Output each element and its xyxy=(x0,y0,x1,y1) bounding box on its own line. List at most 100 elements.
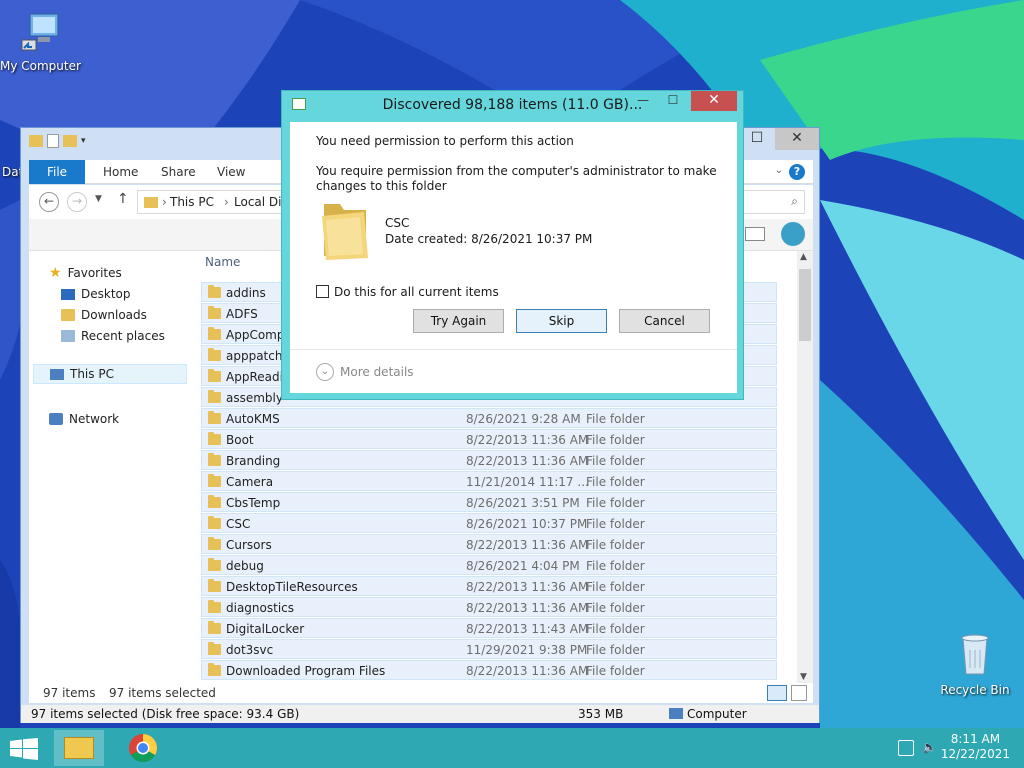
star-icon: ★ xyxy=(49,265,62,281)
apply-to-all-checkbox[interactable] xyxy=(316,285,329,298)
navigation-pane: ★ Favorites Desktop Downloads Recent pla… xyxy=(29,251,199,683)
nav-network[interactable]: Network xyxy=(49,409,119,429)
row-type: File folder xyxy=(586,622,645,636)
row-name: CbsTemp xyxy=(226,496,281,510)
table-row[interactable]: Boot 8/22/2013 11:36 AM File folder xyxy=(201,429,777,449)
forward-button[interactable]: → xyxy=(67,192,87,212)
nav-downloads[interactable]: Downloads xyxy=(61,305,147,325)
tab-share[interactable]: Share xyxy=(147,160,210,184)
tab-file[interactable]: File xyxy=(29,160,85,184)
status-bar: 97 items 97 items selected xyxy=(29,683,813,703)
table-row[interactable]: CSC 8/26/2021 10:37 PM File folder xyxy=(201,513,777,533)
minimize-button[interactable]: — xyxy=(629,91,657,111)
table-row[interactable]: CbsTemp 8/26/2021 3:51 PM File folder xyxy=(201,492,777,512)
table-row[interactable]: AutoKMS 8/26/2021 9:28 AM File folder xyxy=(201,408,777,428)
folder-icon xyxy=(208,663,221,676)
table-row[interactable]: dot3svc 11/29/2021 9:38 PM File folder xyxy=(201,639,777,659)
row-type: File folder xyxy=(586,580,645,594)
preview-pane-icon[interactable] xyxy=(745,227,765,241)
row-name: assembly xyxy=(226,391,283,405)
shell-icon[interactable] xyxy=(781,222,805,246)
apply-to-all-label[interactable]: Do this for all current items xyxy=(334,285,499,299)
scroll-up-icon[interactable]: ▲ xyxy=(800,252,807,262)
details-size: 353 MB xyxy=(578,707,624,721)
dialog-message-line1: You require permission from the computer… xyxy=(316,164,717,178)
tab-view[interactable]: View xyxy=(203,160,259,184)
maximize-button[interactable]: ☐ xyxy=(659,91,687,111)
scrollbar-thumb[interactable] xyxy=(799,269,811,341)
up-arrow-icon[interactable]: ↑ xyxy=(117,191,129,207)
nav-desktop[interactable]: Desktop xyxy=(61,284,131,304)
search-input[interactable]: ⌕ xyxy=(743,190,805,214)
table-row[interactable]: Camera 11/21/2014 11:17 ... File folder xyxy=(201,471,777,491)
desktop-icon xyxy=(61,288,75,300)
row-name: addins xyxy=(226,286,266,300)
row-type: File folder xyxy=(586,433,645,447)
volume-muted-icon[interactable]: 🔈 xyxy=(922,740,938,756)
row-name: DigitalLocker xyxy=(226,622,305,636)
folder-icon xyxy=(144,197,158,208)
dialog-message-line2: changes to this folder xyxy=(316,179,447,193)
taskbar-chrome[interactable] xyxy=(118,730,168,766)
breadcrumb-this-pc[interactable]: This PC xyxy=(170,195,214,209)
status-item-count: 97 items xyxy=(43,686,96,700)
nav-recent-places[interactable]: Recent places xyxy=(61,326,165,346)
network-icon[interactable] xyxy=(898,740,914,756)
table-row[interactable]: debug 8/26/2021 4:04 PM File folder xyxy=(201,555,777,575)
nav-network-label: Network xyxy=(69,412,120,426)
table-row[interactable]: Cursors 8/22/2013 11:36 AM File folder xyxy=(201,534,777,554)
row-date: 11/29/2021 9:38 PM xyxy=(466,643,588,657)
computer-icon xyxy=(21,13,59,51)
details-view-icon[interactable] xyxy=(767,685,787,701)
table-row[interactable]: diagnostics 8/22/2013 11:36 AM File folder xyxy=(201,597,777,617)
table-row[interactable]: Downloaded Program Files 8/22/2013 11:36 … xyxy=(201,660,777,680)
more-details-link[interactable]: More details xyxy=(340,365,414,379)
nav-recent-places-label: Recent places xyxy=(81,329,165,343)
help-icon[interactable]: ? xyxy=(789,164,805,180)
windows-start-icon[interactable] xyxy=(10,738,38,760)
skip-button[interactable]: Skip xyxy=(516,309,607,333)
row-type: File folder xyxy=(586,643,645,657)
clock-time: 8:11 AM xyxy=(950,732,1001,746)
chevron-down-icon[interactable]: ⌄ xyxy=(316,363,334,381)
scroll-down-icon[interactable]: ▼ xyxy=(800,672,807,682)
nav-this-pc[interactable]: This PC xyxy=(33,364,187,384)
cancel-button[interactable]: Cancel xyxy=(619,309,710,333)
row-name: apppatch xyxy=(226,349,283,363)
chrome-icon xyxy=(129,734,157,762)
table-row[interactable]: DigitalLocker 8/22/2013 11:43 AM File fold… xyxy=(201,618,777,638)
column-header-name[interactable]: Name xyxy=(205,255,240,269)
tab-home[interactable]: Home xyxy=(89,160,152,184)
row-date: 8/26/2021 4:04 PM xyxy=(466,559,580,573)
breadcrumb-local-disk[interactable]: Local Di xyxy=(234,195,282,209)
chevron-down-icon[interactable]: ⌄ xyxy=(775,165,783,176)
new-folder-icon[interactable] xyxy=(63,135,77,147)
desktop-icon-recycle-bin[interactable]: Recycle Bin xyxy=(935,630,1015,697)
vertical-scrollbar[interactable]: ▲ ▼ xyxy=(797,251,813,683)
table-row[interactable]: Branding 8/22/2013 11:36 AM File folder xyxy=(201,450,777,470)
row-name: diagnostics xyxy=(226,601,295,615)
taskbar-file-explorer[interactable] xyxy=(54,730,104,766)
row-name: Boot xyxy=(226,433,254,447)
folder-icon xyxy=(208,579,221,592)
row-type: File folder xyxy=(586,664,645,678)
table-row[interactable]: DesktopTileResources 8/22/2013 11:36 AM Fi… xyxy=(201,576,777,596)
chevron-right-icon: › xyxy=(162,195,167,209)
properties-icon[interactable] xyxy=(47,134,59,148)
large-icons-view-icon[interactable] xyxy=(791,685,807,701)
details-bar: 97 items selected (Disk free space: 93.4… xyxy=(21,705,819,723)
maximize-button[interactable]: ☐ xyxy=(739,128,775,150)
nav-desktop-label: Desktop xyxy=(81,287,131,301)
nav-favorites[interactable]: ★ Favorites xyxy=(49,263,122,283)
close-button[interactable]: ✕ xyxy=(691,91,737,111)
recent-locations-chevron-icon[interactable]: ▼ xyxy=(95,194,102,204)
try-again-button[interactable]: Try Again xyxy=(413,309,504,333)
recycle-bin-icon xyxy=(961,634,989,675)
folder-icon[interactable] xyxy=(29,135,43,147)
back-button[interactable]: ← xyxy=(39,192,59,212)
taskbar-clock[interactable]: 8:11 AM 12/22/2021 xyxy=(941,732,1010,762)
desktop-icon-my-computer[interactable]: My Computer xyxy=(0,10,81,73)
row-name: DesktopTileResources xyxy=(226,580,358,594)
close-button[interactable]: ✕ xyxy=(775,128,819,150)
chevron-down-icon[interactable]: ▾ xyxy=(81,136,86,146)
